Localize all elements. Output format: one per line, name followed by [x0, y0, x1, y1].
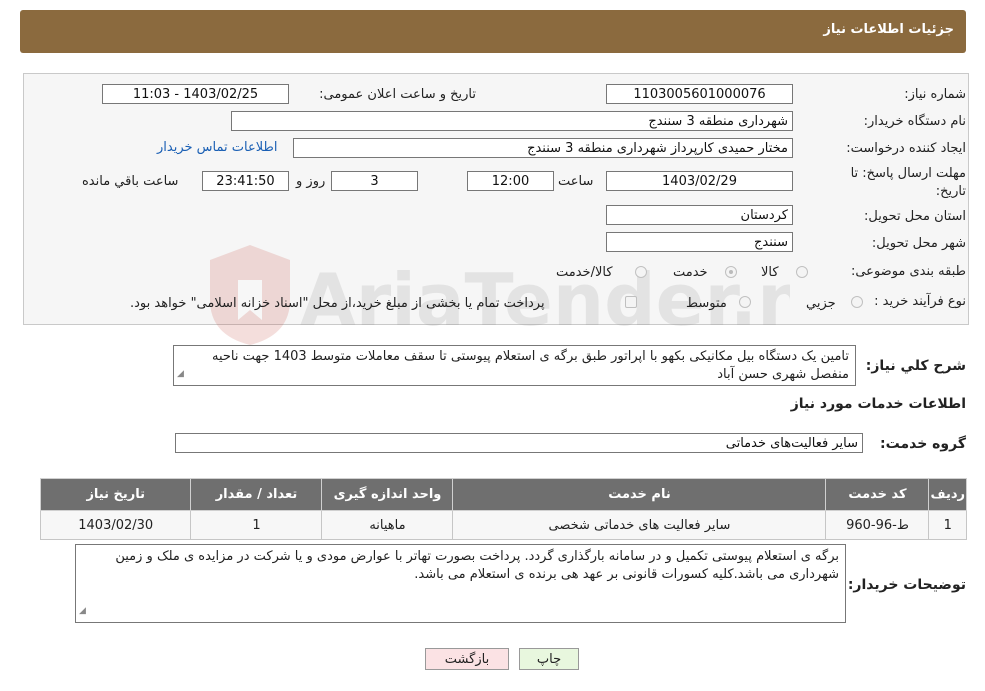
buyer-notes-label: توضيحات خريدار: — [847, 577, 966, 593]
buyer-org-label: نام دستگاه خریدار: — [863, 114, 966, 129]
buyer-contact-link[interactable]: اطلاعات تماس خریدار — [157, 140, 277, 155]
print-button[interactable]: چاپ — [519, 648, 579, 670]
deadline-label: مهلت ارسال پاسخ: تا تاریخ: — [850, 166, 966, 199]
category-goods-label: کالا — [761, 265, 779, 280]
cell-need-date: 1403/02/30 — [39, 510, 192, 540]
purchase-medium-radio[interactable] — [739, 296, 751, 308]
resize-handle-icon[interactable]: ◢ — [177, 365, 184, 383]
city-field: سنندج — [606, 232, 793, 252]
col-need-date: تاريخ نياز — [39, 478, 192, 511]
remaining-label: ساعت باقي مانده — [82, 174, 179, 189]
col-quantity: تعداد / مقدار — [190, 478, 323, 511]
table-header-row: رديف کد خدمت نام خدمت واحد اندازه گيری ت… — [39, 478, 967, 511]
cell-unit: ماهیانه — [321, 510, 454, 540]
cell-row-number: 1 — [928, 510, 967, 540]
col-service-code: کد خدمت — [825, 478, 930, 511]
deadline-date-field: 1403/02/29 — [606, 171, 793, 191]
purchase-medium-label: متوسط — [686, 296, 727, 311]
description-label: شرح کلي نياز: — [865, 358, 966, 374]
remaining-time-field: 23:41:50 — [202, 171, 289, 191]
page-title: جزئیات اطلاعات نیاز — [823, 22, 954, 37]
days-label: روز و — [296, 174, 326, 189]
remaining-days-field: 3 — [331, 171, 418, 191]
category-service-radio[interactable] — [725, 266, 737, 278]
requester-label: ایجاد کننده درخواست: — [846, 141, 966, 156]
description-textarea[interactable]: تامین یک دستگاه بیل مکانیکی بکهو با اپرا… — [173, 345, 856, 386]
back-button[interactable]: بازگشت — [425, 648, 509, 670]
buyer-notes-textarea[interactable]: برگه ی استعلام پیوستی تکمیل و در سامانه … — [75, 544, 846, 623]
need-number-label: شماره نیاز: — [904, 87, 966, 102]
page-header: جزئیات اطلاعات نیاز — [20, 10, 966, 53]
cell-quantity: 1 — [190, 510, 323, 540]
buyer-org-field: شهرداری منطقه 3 سنندج — [231, 111, 793, 131]
deadline-time-field: 12:00 — [467, 171, 554, 191]
province-label: استان محل تحویل: — [864, 209, 966, 224]
table-row: 1 ط-96-960 سایر فعالیت های خدماتی شخصی م… — [39, 510, 967, 540]
province-field: کردستان — [606, 205, 793, 225]
services-section-title: اطلاعات خدمات مورد نياز — [790, 396, 966, 412]
treasury-payment-note: پرداخت تمام یا بخشی از مبلغ خرید،از محل … — [130, 296, 545, 311]
category-label: طبقه بندی موضوعی: — [850, 264, 966, 279]
city-label: شهر محل تحویل: — [871, 236, 966, 251]
purchase-minor-label: جزیي — [806, 296, 836, 311]
description-text: تامین یک دستگاه بیل مکانیکی بکهو با اپرا… — [212, 349, 849, 382]
service-group-field: سایر فعالیت‌های خدماتی — [175, 433, 863, 453]
category-goods-service-label: کالا/خدمت — [556, 265, 613, 280]
col-service-name: نام خدمت — [452, 478, 827, 511]
category-goods-radio[interactable] — [796, 266, 808, 278]
deadline-time-label: ساعت — [558, 174, 594, 189]
purchase-minor-radio[interactable] — [851, 296, 863, 308]
service-group-label: گروه خدمت: — [880, 436, 966, 452]
need-number-field: 1103005601000076 — [606, 84, 793, 104]
purchase-type-label: نوع فرآیند خرید : — [874, 294, 966, 309]
category-service-label: خدمت — [673, 265, 708, 280]
col-unit: واحد اندازه گيری — [321, 478, 454, 511]
col-row-number: رديف — [928, 478, 967, 511]
cell-service-code: ط-96-960 — [825, 510, 930, 540]
requester-field: مختار حمیدی کارپرداز شهرداری منطقه 3 سنن… — [293, 138, 793, 158]
category-goods-service-radio[interactable] — [635, 266, 647, 278]
buyer-notes-text: برگه ی استعلام پیوستی تکمیل و در سامانه … — [115, 549, 839, 582]
announce-datetime-field: 1403/02/25 - 11:03 — [102, 84, 289, 104]
treasury-payment-checkbox[interactable] — [625, 296, 637, 308]
cell-service-name: سایر فعالیت های خدماتی شخصی — [452, 510, 827, 540]
services-table: رديف کد خدمت نام خدمت واحد اندازه گيری ت… — [39, 478, 967, 540]
resize-handle-icon[interactable]: ◢ — [79, 602, 86, 620]
announce-datetime-label: تاریخ و ساعت اعلان عمومی: — [319, 87, 476, 102]
